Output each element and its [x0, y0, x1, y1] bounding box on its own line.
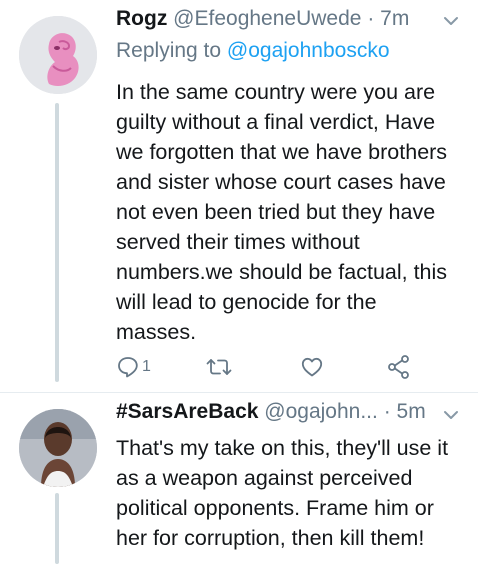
thread-line	[55, 493, 59, 564]
share-button[interactable]	[386, 352, 412, 382]
timestamp[interactable]: 5m	[397, 400, 426, 423]
display-name[interactable]: Rogz	[116, 7, 167, 30]
tweet-text: That's my take on this, they'll use it a…	[116, 436, 449, 550]
separator-dot: ·	[383, 400, 391, 423]
avatar[interactable]	[19, 16, 97, 94]
retweet-icon	[206, 359, 232, 375]
timestamp[interactable]: 7m	[380, 7, 409, 30]
tweet[interactable]: Rogz @EfeogheneUwede · 7m Replying to @o…	[0, 0, 478, 392]
reply-count: 1	[142, 358, 151, 375]
share-icon	[388, 355, 409, 379]
user-handle[interactable]: @EfeogheneUwede	[173, 7, 361, 30]
reply-button[interactable]: 1	[116, 352, 151, 382]
tweet-text: In the same country were you are guilty …	[116, 80, 448, 344]
replying-to: Replying to @ogajohnboscko	[116, 38, 390, 64]
like-button[interactable]	[300, 352, 324, 382]
chevron-down-icon[interactable]	[442, 406, 460, 424]
pink-cartoon-avatar-icon	[19, 16, 97, 94]
separator-dot: ·	[367, 7, 375, 30]
replying-prefix: Replying to	[116, 39, 222, 62]
tweet-header: Rogz @EfeogheneUwede · 7m	[116, 6, 409, 32]
avatar[interactable]	[19, 409, 97, 487]
retweet-button[interactable]	[206, 352, 232, 382]
mention-link[interactable]: @ogajohnboscko	[227, 39, 390, 62]
profile-photo-avatar-icon	[19, 409, 97, 487]
chevron-down-icon[interactable]	[442, 12, 460, 30]
reply-icon	[118, 357, 138, 378]
like-icon	[301, 357, 323, 377]
tweet-header: #SarsAreBack @ogajohn... · 5m	[116, 399, 426, 425]
user-handle[interactable]: @ogajohn...	[264, 400, 378, 423]
tweet-actions: 1	[116, 352, 436, 382]
display-name[interactable]: #SarsAreBack	[116, 400, 258, 423]
